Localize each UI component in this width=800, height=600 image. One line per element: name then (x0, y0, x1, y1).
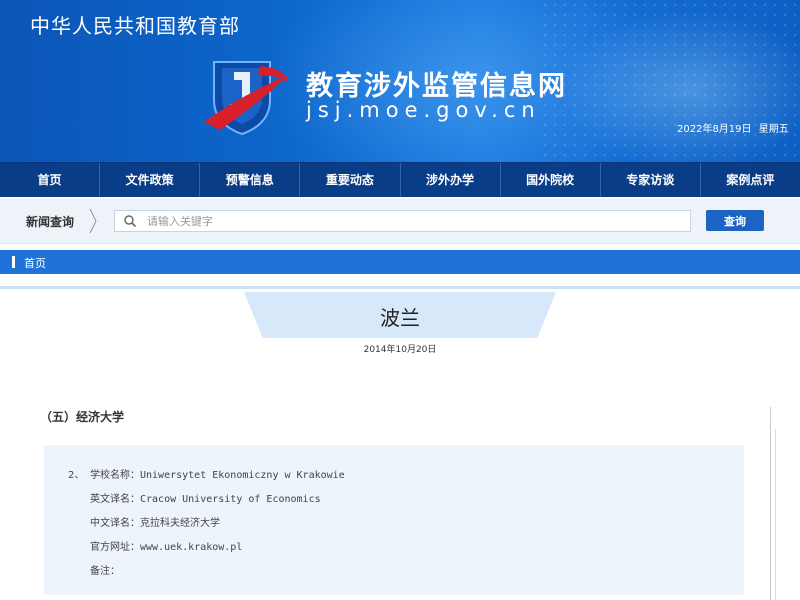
article-title-plate: 波兰 (244, 292, 556, 338)
nav-item-alerts[interactable]: 预警信息 (200, 163, 301, 197)
field-value: Uniwersytet Ekonomiczny w Krakowie (140, 470, 345, 481)
search-button[interactable]: 查询 (706, 210, 764, 231)
divider (775, 429, 776, 600)
field-value: Cracow University of Economics (140, 494, 321, 505)
chevron-right-icon (89, 208, 97, 234)
field-remarks: 备注： (90, 562, 120, 577)
field-label: 英文译名： (90, 494, 140, 505)
university-info-box: 2、 学校名称：Uniwersytet Ekonomiczny w Krakow… (44, 445, 744, 595)
field-value: 克拉科夫经济大学 (140, 518, 220, 529)
field-english-name: 英文译名：Cracow University of Economics (90, 490, 321, 505)
field-label: 官方网址： (90, 542, 140, 553)
nav-item-case-reviews[interactable]: 案例点评 (701, 163, 800, 197)
divider (770, 407, 771, 600)
search-label: 新闻查询 (26, 215, 75, 229)
entry-number: 2、 (68, 470, 85, 481)
nav-item-foreign-institutions[interactable]: 国外院校 (501, 163, 601, 197)
nav-item-policy[interactable]: 文件政策 (100, 163, 201, 197)
field-school-name: 学校名称：Uniwersytet Ekonomiczny w Krakowie (90, 466, 345, 481)
breadcrumb-marker (12, 256, 15, 268)
header-banner: 中华人民共和国教育部 教育涉外监管信息网 jsj.moe.gov.cn 2022… (0, 0, 800, 162)
section-heading: （五）经济大学 (40, 410, 125, 424)
main-nav: 首页 文件政策 预警信息 重要动态 涉外办学 国外院校 专家访谈 案例点评 (0, 162, 800, 197)
field-label: 学校名称： (90, 470, 140, 481)
field-label: 中文译名： (90, 518, 140, 529)
nav-item-cooperative-schools[interactable]: 涉外办学 (401, 163, 501, 197)
article: 波兰 2014年10月20日 （五）经济大学 2、 学校名称：Uniwersyt… (0, 286, 800, 600)
field-website: 官方网址：www.uek.krakow.pl (90, 538, 242, 553)
nav-item-home[interactable]: 首页 (0, 163, 101, 197)
banner-pattern (540, 0, 800, 162)
field-chinese-name: 中文译名：克拉科夫经济大学 (90, 514, 220, 529)
current-date: 2022年8月19日 星期五 (677, 120, 793, 135)
breadcrumb-home-link[interactable]: 首页 (24, 255, 46, 271)
date-text: 2022年8月19日 (677, 124, 752, 135)
search-icon (124, 215, 137, 228)
weekday-text: 星期五 (758, 124, 789, 135)
website-link[interactable]: www.uek.krakow.pl (140, 542, 242, 553)
ministry-name[interactable]: 中华人民共和国教育部 (30, 10, 240, 39)
article-title: 波兰 (380, 306, 420, 330)
news-search-bar: 新闻查询 查询 (0, 199, 800, 244)
article-date: 2014年10月20日 (363, 345, 437, 355)
site-logo-icon[interactable] (200, 52, 296, 138)
search-input[interactable] (147, 211, 677, 231)
breadcrumb: 首页 (0, 250, 800, 274)
nav-item-expert-interviews[interactable]: 专家访谈 (601, 163, 701, 197)
field-label: 备注： (90, 566, 120, 577)
site-url: jsj.moe.gov.cn (306, 98, 541, 122)
nav-item-news[interactable]: 重要动态 (300, 163, 401, 197)
search-input-wrapper (114, 210, 691, 232)
